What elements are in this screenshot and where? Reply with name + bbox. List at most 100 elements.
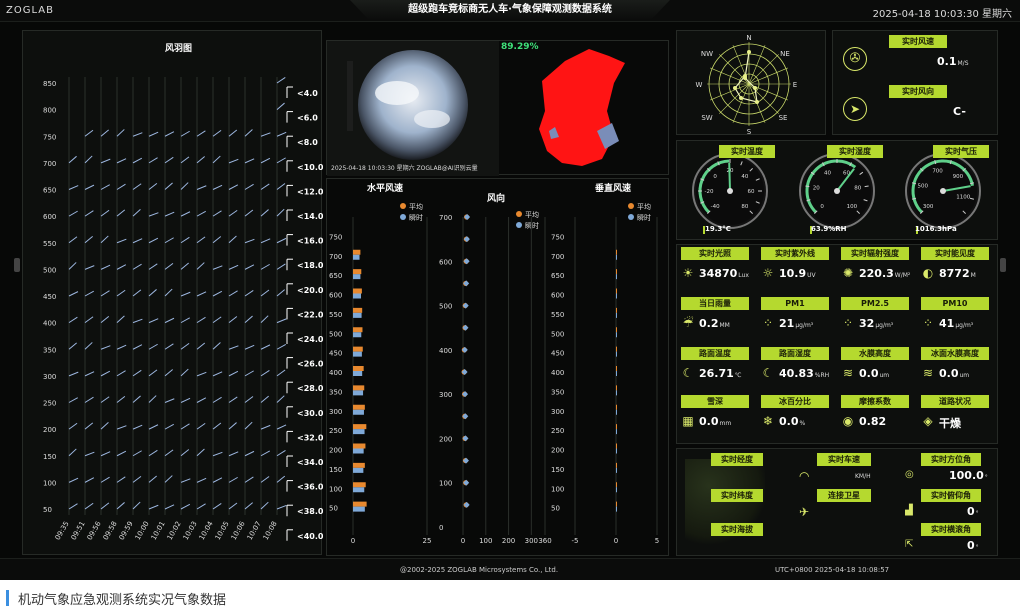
metric-label: 摩擦系数 xyxy=(841,395,909,408)
wind-barb xyxy=(116,315,125,323)
hum-gauge-label: 实时湿度 xyxy=(827,145,883,158)
wind-rose-point xyxy=(755,100,759,104)
metric-unit: UV xyxy=(807,272,816,279)
profile-x-tick: 5 xyxy=(655,537,659,545)
wind-barb xyxy=(116,344,127,350)
gauge-tick-label: 80 xyxy=(854,186,861,192)
wind-barb xyxy=(244,315,253,324)
wind-barb xyxy=(212,422,222,430)
wind-barb xyxy=(260,370,270,377)
wind-barb xyxy=(84,422,94,430)
wind-barb xyxy=(244,158,255,164)
wind-dir-value: C- xyxy=(953,105,966,118)
metric-unit: μg/m³ xyxy=(875,322,894,329)
wind-barb xyxy=(228,476,238,483)
wind-barb xyxy=(100,502,110,510)
wind-barb xyxy=(212,155,221,164)
right-scroll-handle[interactable] xyxy=(1000,258,1006,272)
wind-barb xyxy=(148,131,159,137)
wind-barb-x-tick: 10:06 xyxy=(230,520,247,542)
wind-barb xyxy=(84,290,94,297)
bar-avg xyxy=(616,482,617,488)
bar-inst xyxy=(353,274,361,280)
wind-barb-y-tick: 550 xyxy=(43,240,56,248)
metric-label: PM2.5 xyxy=(841,297,909,310)
road-status-icon: ◈ xyxy=(923,414,933,428)
wind-barb xyxy=(84,155,93,164)
legend-avg-label: 平均 xyxy=(409,202,423,211)
metric-label: 路面湿度 xyxy=(761,347,829,360)
wind-barb-y-tick: 150 xyxy=(43,453,56,461)
left-scroll-handle[interactable] xyxy=(14,258,20,272)
metric-label: PM1 xyxy=(761,297,829,310)
wind-barb-y-tick: 350 xyxy=(43,346,56,354)
metric-unit: MM xyxy=(719,322,730,329)
bar-avg xyxy=(616,327,617,333)
profile-y-tick: 700 xyxy=(551,253,564,261)
profile-y-tick: 750 xyxy=(329,233,342,241)
gauge-hum: 02040 6080100 xyxy=(799,153,875,234)
wind-barb xyxy=(148,237,159,244)
wind-barb xyxy=(100,158,111,164)
wind-barb xyxy=(132,369,142,377)
wind-speed-label: 实时风速 xyxy=(889,35,947,48)
wind-barb xyxy=(84,184,95,190)
profile-y-tick: 500 xyxy=(551,330,564,338)
compass-label-ne: NE xyxy=(780,50,790,58)
wind-barb xyxy=(116,450,127,457)
wind-barb xyxy=(164,288,173,297)
wind-barb xyxy=(196,316,206,324)
metric-unit: ℃ xyxy=(734,372,742,379)
wind-barb xyxy=(260,263,270,270)
wind-barb xyxy=(260,157,271,164)
profile-y-tick: 600 xyxy=(439,258,452,266)
wind-barb xyxy=(180,397,191,403)
profile-y-tick: 600 xyxy=(551,292,564,300)
wind-barb xyxy=(244,476,254,483)
wind-barb xyxy=(276,208,285,217)
gauge-tick-label: 500 xyxy=(917,184,928,190)
legend-avg-marker xyxy=(400,203,406,209)
wind-barb xyxy=(260,209,269,217)
metric-label: 实时紫外线 xyxy=(761,247,829,260)
wind-barb xyxy=(228,422,237,430)
wind-barb xyxy=(276,131,287,137)
wind-barb xyxy=(244,264,255,270)
bar-avg xyxy=(616,404,617,410)
roll-label: 实时横滚角 xyxy=(921,523,981,536)
wind-barb-y-tick: 750 xyxy=(43,133,56,141)
profile-y-tick: 650 xyxy=(329,272,342,280)
compass-label-sw: SW xyxy=(701,114,712,122)
wind-barb xyxy=(164,398,175,403)
wind-barb xyxy=(260,476,270,483)
bar-avg xyxy=(353,482,366,488)
sun-icon: ☀ xyxy=(682,266,694,280)
footer-bar: @2002-2025 ZOGLAB Microsystems Co., Ltd.… xyxy=(0,558,1020,580)
road-hum-icon: ☾ xyxy=(762,366,774,380)
gauge-hub xyxy=(727,188,733,194)
wind-barb xyxy=(132,395,141,403)
legend-avg-marker xyxy=(628,203,634,209)
wind-barb xyxy=(196,185,207,190)
wind-barb xyxy=(180,130,190,137)
satellite-label: 连接卫星 xyxy=(817,489,871,502)
wind-barb xyxy=(164,343,174,350)
ice-percent-icon: ❄ xyxy=(762,414,774,428)
wind-barb xyxy=(244,450,255,457)
wind-barb xyxy=(180,317,190,324)
legend-inst-marker xyxy=(628,214,634,220)
profile-y-tick: 500 xyxy=(439,303,452,311)
wind-barb xyxy=(132,318,143,324)
gauge-tick-label: 900 xyxy=(953,174,964,180)
bar-inst xyxy=(616,312,617,318)
wind-barb xyxy=(244,370,254,377)
wind-barb xyxy=(228,264,239,270)
wind-barb xyxy=(276,504,287,510)
bar-inst xyxy=(353,351,362,357)
wind-barb-y-tick: 250 xyxy=(43,400,56,408)
wind-barb xyxy=(148,369,158,377)
wind-speed-value: 0.1M/S xyxy=(937,55,969,68)
metric-label: 实时辐射强度 xyxy=(841,247,909,260)
wind-barb xyxy=(228,235,237,244)
bar-inst xyxy=(353,293,361,299)
